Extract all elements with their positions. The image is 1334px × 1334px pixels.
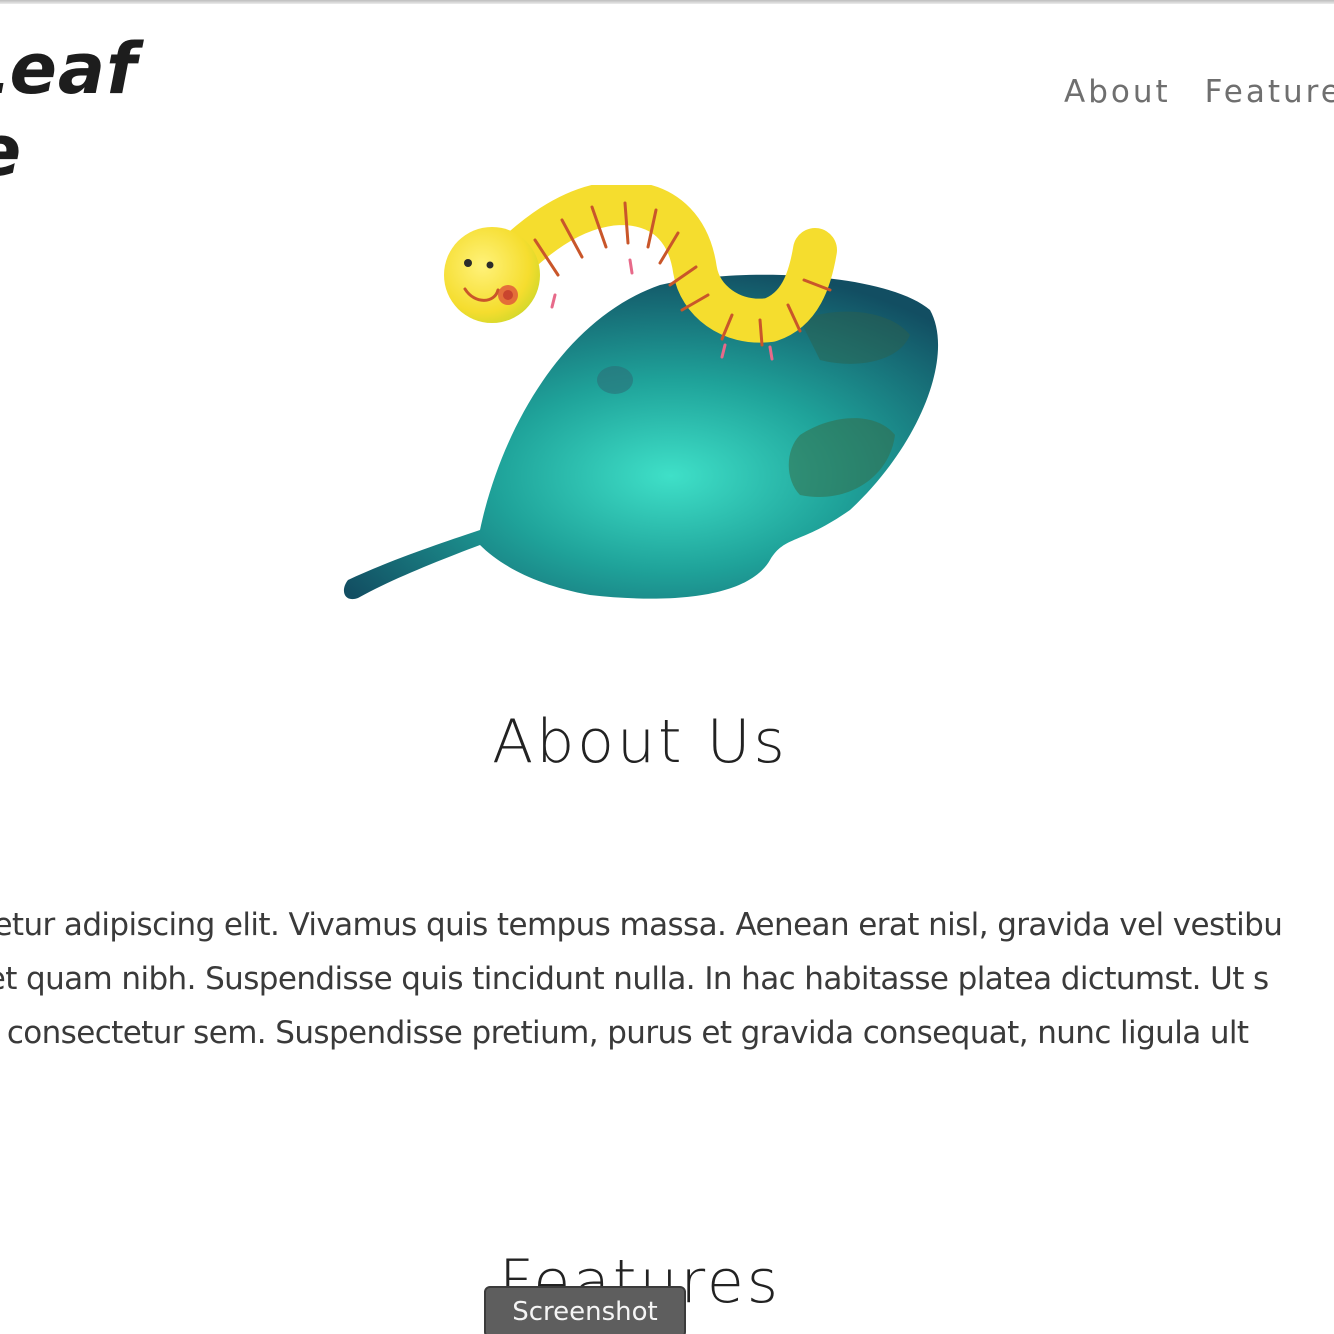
leaf-icon <box>343 274 939 600</box>
page: e Leaf are About Features <box>0 0 1334 1334</box>
nav-link-features[interactable]: Features <box>1205 74 1334 110</box>
about-title: About Us <box>492 707 788 777</box>
about-line-3: ean sit amet consectetur sem. Suspendiss… <box>0 1015 1249 1051</box>
main-nav: About Features <box>1064 74 1334 110</box>
about-paragraph: net, consectetur adipiscing elit. Vivamu… <box>0 898 1334 1060</box>
window-top-edge <box>0 0 1334 4</box>
about-line-2: . Sed sit amet quam nibh. Suspendisse qu… <box>0 961 1269 997</box>
about-line-1: net, consectetur adipiscing elit. Vivamu… <box>0 907 1283 943</box>
brand-line-1: e Leaf <box>0 28 138 110</box>
screenshot-button[interactable]: Screenshot <box>484 1286 686 1334</box>
brand-line-2: are <box>0 110 138 192</box>
brand-logo[interactable]: e Leaf are <box>0 28 138 192</box>
hero-illustration <box>343 185 939 600</box>
nav-link-about[interactable]: About <box>1064 74 1171 110</box>
